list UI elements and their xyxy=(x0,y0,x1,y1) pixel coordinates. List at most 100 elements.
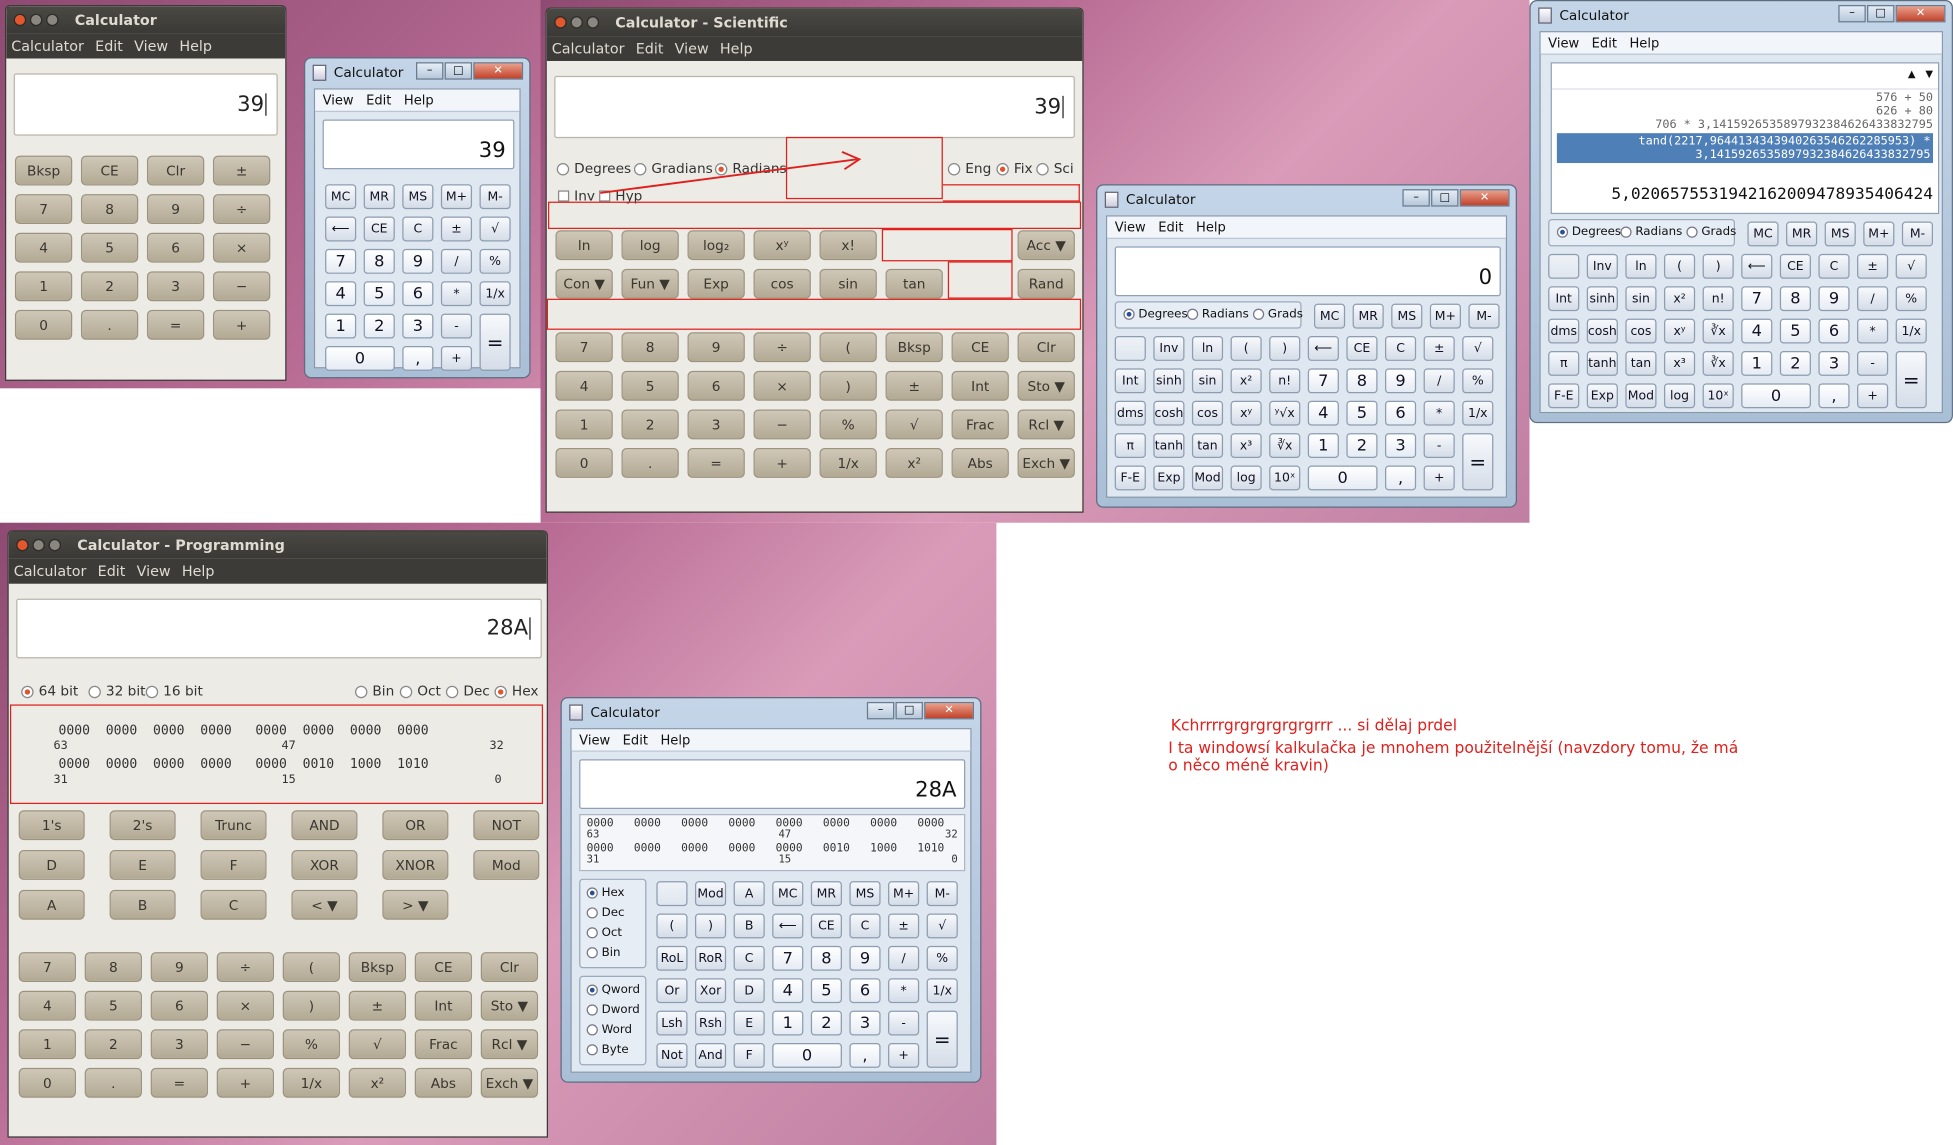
key-symbol-button[interactable]: π xyxy=(1548,350,1580,376)
key-sin-button[interactable]: sin xyxy=(1191,368,1224,394)
key-5-button[interactable]: 5 xyxy=(84,990,142,1021)
key-0-button[interactable]: 0 xyxy=(18,1067,76,1098)
key-1-s-button[interactable]: 1's xyxy=(18,810,85,841)
key-abs-button[interactable]: Abs xyxy=(951,448,1009,478)
key-a-button[interactable]: A xyxy=(18,889,85,920)
key-mc-button[interactable]: MC xyxy=(772,881,804,907)
key-dms-button[interactable]: dms xyxy=(1548,318,1580,344)
key-symbol-button[interactable]: π xyxy=(1114,433,1146,459)
key-ce-button[interactable]: CE xyxy=(414,952,473,982)
key-and-button[interactable]: AND xyxy=(291,810,358,841)
key-symbol-button[interactable]: % xyxy=(1462,368,1494,394)
display[interactable]: 28A xyxy=(579,759,966,809)
key-clr-button[interactable]: Clr xyxy=(146,155,205,186)
key-e-button[interactable]: E xyxy=(733,1010,765,1036)
key-c-button[interactable]: C xyxy=(733,945,765,971)
key-rand-button[interactable]: Rand xyxy=(1017,268,1075,299)
key-4-button[interactable]: 4 xyxy=(1741,318,1773,344)
key-symbol-button[interactable]: / xyxy=(1857,286,1889,312)
key-8-button[interactable]: 8 xyxy=(1346,368,1378,394)
key-blank-button[interactable] xyxy=(1114,336,1146,361)
key-symbol-button[interactable]: − xyxy=(216,1029,275,1060)
key-1-button[interactable]: 1 xyxy=(1741,350,1773,376)
maximize-icon[interactable] xyxy=(46,13,59,27)
key-5-button[interactable]: 5 xyxy=(80,232,139,263)
key-7-button[interactable]: 7 xyxy=(772,945,804,971)
key-sto-button[interactable]: Sto ▼ xyxy=(1017,370,1075,401)
key-mod-button[interactable]: Mod xyxy=(694,881,727,907)
history-line[interactable]: 706 * 3,1415926535897932384626433832795 xyxy=(1655,118,1933,132)
display[interactable]: 39 xyxy=(13,73,278,136)
key-symbol-button[interactable]: . xyxy=(80,309,139,340)
key-0-button[interactable]: 0 xyxy=(1741,383,1811,409)
key-0-button[interactable]: 0 xyxy=(772,1042,842,1068)
key-mod-button[interactable]: Mod xyxy=(1191,465,1224,491)
key-7-button[interactable]: 7 xyxy=(14,194,73,225)
maximize-icon[interactable]: □ xyxy=(1431,189,1459,207)
key-c-button[interactable]: C xyxy=(1818,253,1850,279)
radio-qword[interactable]: Qword xyxy=(586,983,640,997)
key-symbol-button[interactable]: ( xyxy=(819,332,877,363)
key-1-button[interactable]: 1 xyxy=(555,409,613,440)
radio-sci[interactable]: Sci xyxy=(1036,161,1074,177)
key-9-button[interactable]: 9 xyxy=(1818,286,1850,312)
key-x-button[interactable]: x³ xyxy=(1663,350,1696,376)
key-symbol-button[interactable]: √ xyxy=(885,409,943,440)
minimize-icon[interactable]: – xyxy=(1838,4,1866,23)
key-f-e-button[interactable]: F-E xyxy=(1114,465,1146,491)
key-5-button[interactable]: 5 xyxy=(621,370,679,401)
menu-help[interactable]: Help xyxy=(404,93,434,108)
menu-view[interactable]: View xyxy=(134,37,168,54)
key-tan-button[interactable]: tan xyxy=(885,268,943,299)
key-2-button[interactable]: 2 xyxy=(80,271,139,302)
equals-button[interactable]: = xyxy=(926,1010,958,1068)
key-symbol-button[interactable]: ( xyxy=(1230,336,1262,361)
bit-panel[interactable]: 0000 0000 0000 0000 0000 0000 0000 0000 … xyxy=(579,813,966,872)
key-9-button[interactable]: 9 xyxy=(849,945,881,971)
key-4-button[interactable]: 4 xyxy=(14,232,73,263)
key-8-button[interactable]: 8 xyxy=(810,945,842,971)
key-inv-button[interactable]: Inv xyxy=(1153,336,1185,361)
key-symbol-button[interactable]: % xyxy=(282,1029,341,1060)
key-dms-button[interactable]: dms xyxy=(1114,400,1146,426)
radio-oct[interactable]: Oct xyxy=(586,926,622,940)
key-and-button[interactable]: And xyxy=(694,1042,727,1068)
key-ce-button[interactable]: CE xyxy=(80,155,139,186)
key-symbol-button[interactable]: < ▼ xyxy=(291,889,358,920)
key-0-button[interactable]: 0 xyxy=(1307,465,1378,491)
radio-grads[interactable]: Grads xyxy=(1252,307,1303,321)
radio-dec[interactable]: Dec xyxy=(586,906,624,920)
key-sin-button[interactable]: sin xyxy=(819,268,877,299)
minimize-icon[interactable] xyxy=(32,538,45,552)
key-9-button[interactable]: 9 xyxy=(402,248,434,274)
key-cos-button[interactable]: cos xyxy=(753,268,811,299)
key-6-button[interactable]: 6 xyxy=(687,370,745,401)
key-x-button[interactable]: ∛x xyxy=(1702,350,1734,376)
key-9-button[interactable]: 9 xyxy=(150,952,208,982)
key-1-button[interactable]: 1 xyxy=(772,1010,804,1036)
key-rsh-button[interactable]: Rsh xyxy=(694,1010,727,1036)
key-m-button[interactable]: M- xyxy=(1468,303,1500,329)
key-c-button[interactable]: C xyxy=(200,889,267,920)
menu-calculator[interactable]: Calculator xyxy=(552,40,625,57)
key-ce-button[interactable]: CE xyxy=(810,913,842,939)
key-2-s-button[interactable]: 2's xyxy=(109,810,176,841)
radio-degrees[interactable]: Degrees xyxy=(1123,307,1188,321)
key-symbol-button[interactable]: √ xyxy=(348,1029,407,1060)
key-1-x-button[interactable]: 1/x xyxy=(1462,400,1494,426)
key-3-button[interactable]: 3 xyxy=(150,1029,208,1060)
radio-byte[interactable]: Byte xyxy=(586,1043,629,1057)
menu-calculator[interactable]: Calculator xyxy=(14,563,87,580)
key-symbol-button[interactable]: + xyxy=(216,1067,275,1098)
key-ce-button[interactable]: CE xyxy=(363,216,395,242)
key-symbol-button[interactable]: ⟵ xyxy=(1741,253,1773,279)
key-symbol-button[interactable]: ± xyxy=(440,216,473,242)
key-d-button[interactable]: D xyxy=(733,978,765,1004)
radio-64-bit[interactable]: 64 bit xyxy=(21,683,78,699)
key-symbol-button[interactable]: ± xyxy=(1423,336,1455,361)
key-bksp-button[interactable]: Bksp xyxy=(885,332,943,363)
key-exch-button[interactable]: Exch ▼ xyxy=(1017,448,1075,478)
key-exp-button[interactable]: Exp xyxy=(687,268,745,299)
radio-radians[interactable]: Radians xyxy=(1620,225,1682,239)
maximize-icon[interactable]: □ xyxy=(895,701,923,720)
